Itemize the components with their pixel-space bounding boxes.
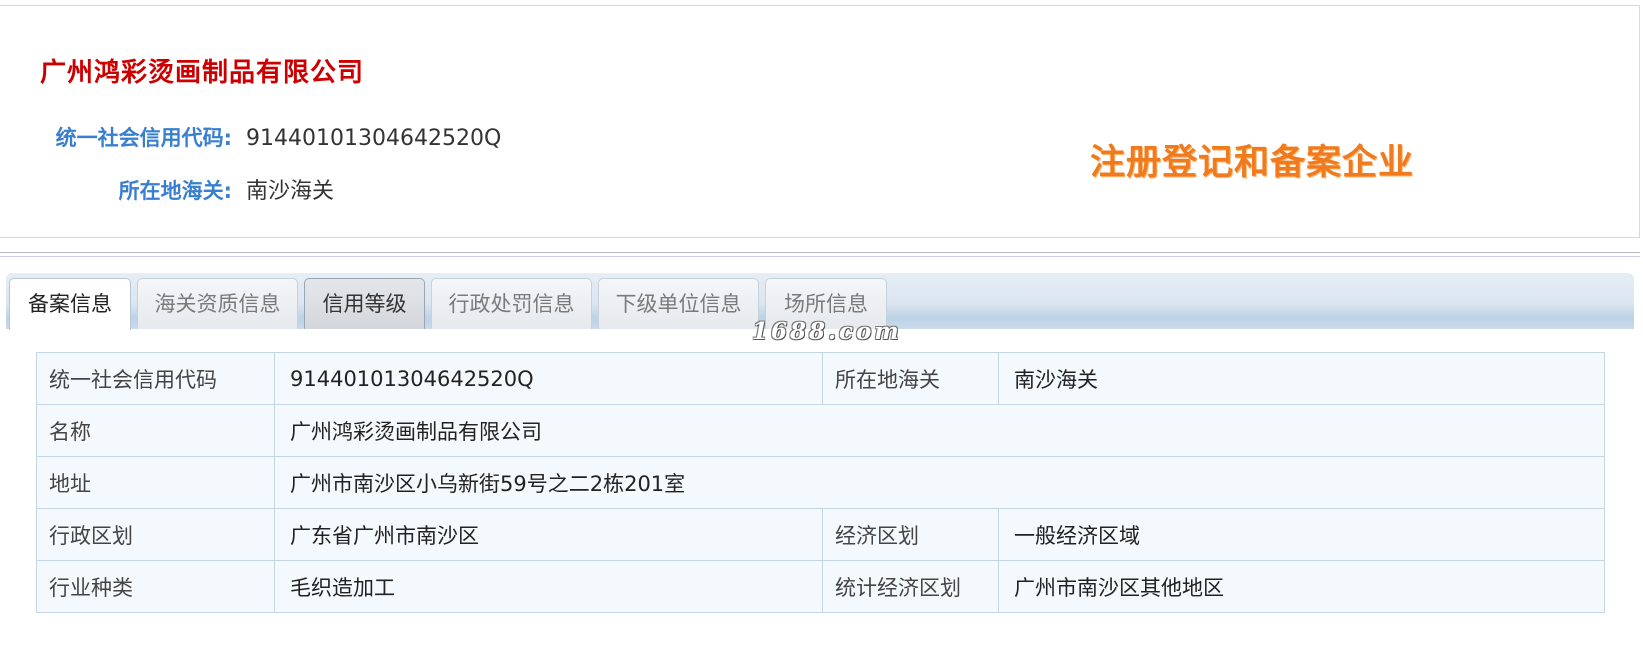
name-cell-label: 名称 [36, 404, 275, 457]
customs-row: 所在地海关: 南沙海关 [0, 173, 334, 205]
tab-subordinate-units[interactable]: 下级单位信息 [598, 278, 759, 329]
credit-code-cell-value: 91440101304642520Q [274, 352, 823, 405]
table-row: 统一社会信用代码 91440101304642520Q 所在地海关 南沙海关 [36, 352, 1605, 405]
economic-zone-cell-label: 经济区划 [822, 508, 999, 561]
tab-credit-rating[interactable]: 信用等级 [304, 278, 425, 329]
table-row: 行业种类 毛织造加工 统计经济区划 广州市南沙区其他地区 [36, 560, 1605, 613]
filing-info-table: 统一社会信用代码 91440101304642520Q 所在地海关 南沙海关 名… [36, 352, 1605, 613]
page: 广州鸿彩烫画制品有限公司 统一社会信用代码: 91440101304642520Q… [0, 0, 1643, 662]
table-row: 行政区划 广东省广州市南沙区 经济区划 一般经济区域 [36, 508, 1605, 561]
company-name: 广州鸿彩烫画制品有限公司 [40, 58, 365, 88]
name-cell-value: 广州鸿彩烫画制品有限公司 [274, 404, 1605, 457]
industry-cell-label: 行业种类 [36, 560, 275, 613]
section-divider-shadow [0, 256, 1640, 257]
tab-customs-qualification[interactable]: 海关资质信息 [137, 278, 298, 329]
credit-code-row: 统一社会信用代码: 91440101304642520Q [0, 122, 502, 152]
customs-label: 所在地海关: [118, 179, 232, 203]
customs-cell-value: 南沙海关 [998, 352, 1605, 405]
registration-stamp: 注册登记和备案企业 [1090, 143, 1415, 183]
credit-code-label: 统一社会信用代码: [55, 126, 232, 150]
customs-value: 南沙海关 [246, 179, 335, 204]
credit-code-cell-label: 统一社会信用代码 [36, 352, 275, 405]
credit-code-value: 91440101304642520Q [246, 126, 502, 151]
table-row: 名称 广州鸿彩烫画制品有限公司 [36, 404, 1605, 457]
admin-division-cell-label: 行政区划 [36, 508, 275, 561]
tab-filing-info[interactable]: 备案信息 [9, 278, 131, 330]
section-divider [0, 252, 1640, 253]
tab-administrative-penalty[interactable]: 行政处罚信息 [431, 278, 592, 329]
address-cell-value: 广州市南沙区小乌新街59号之二2栋201室 [274, 456, 1605, 509]
watermark: 1688.com [752, 318, 902, 345]
stat-economic-zone-cell-label: 统计经济区划 [822, 560, 999, 613]
table-row: 地址 广州市南沙区小乌新街59号之二2栋201室 [36, 456, 1605, 509]
industry-cell-value: 毛织造加工 [274, 560, 823, 613]
stat-economic-zone-cell-value: 广州市南沙区其他地区 [998, 560, 1605, 613]
company-header-card: 广州鸿彩烫画制品有限公司 统一社会信用代码: 91440101304642520Q… [0, 5, 1640, 238]
customs-cell-label: 所在地海关 [822, 352, 999, 405]
economic-zone-cell-value: 一般经济区域 [998, 508, 1605, 561]
address-cell-label: 地址 [36, 456, 275, 509]
admin-division-cell-value: 广东省广州市南沙区 [274, 508, 823, 561]
